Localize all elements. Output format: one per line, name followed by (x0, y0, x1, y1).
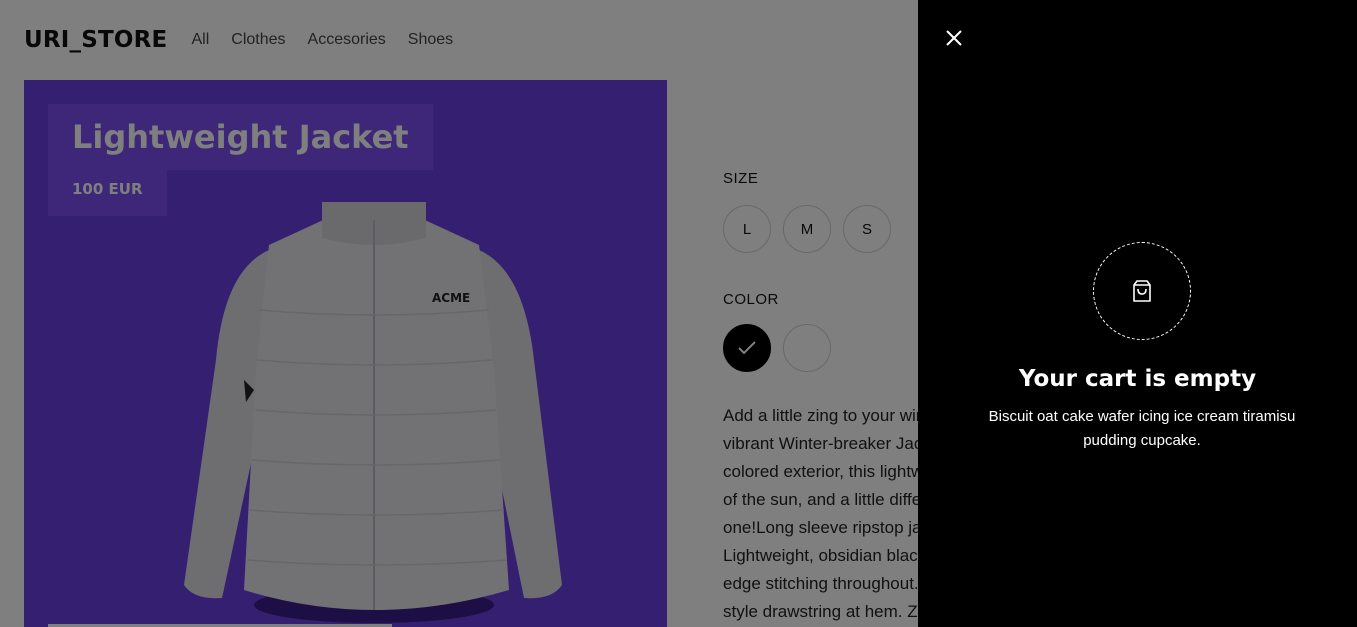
shopping-bag-icon (1133, 280, 1151, 302)
cart-empty-message: Biscuit oat cake wafer icing ice cream t… (988, 408, 1296, 449)
cart-sidebar: Your cart is empty Biscuit oat cake wafe… (918, 0, 1357, 627)
cart-empty-title: Your cart is empty (1018, 366, 1257, 392)
close-icon (946, 30, 962, 46)
close-cart-button[interactable] (942, 24, 966, 52)
empty-cart-illustration (1093, 242, 1191, 340)
